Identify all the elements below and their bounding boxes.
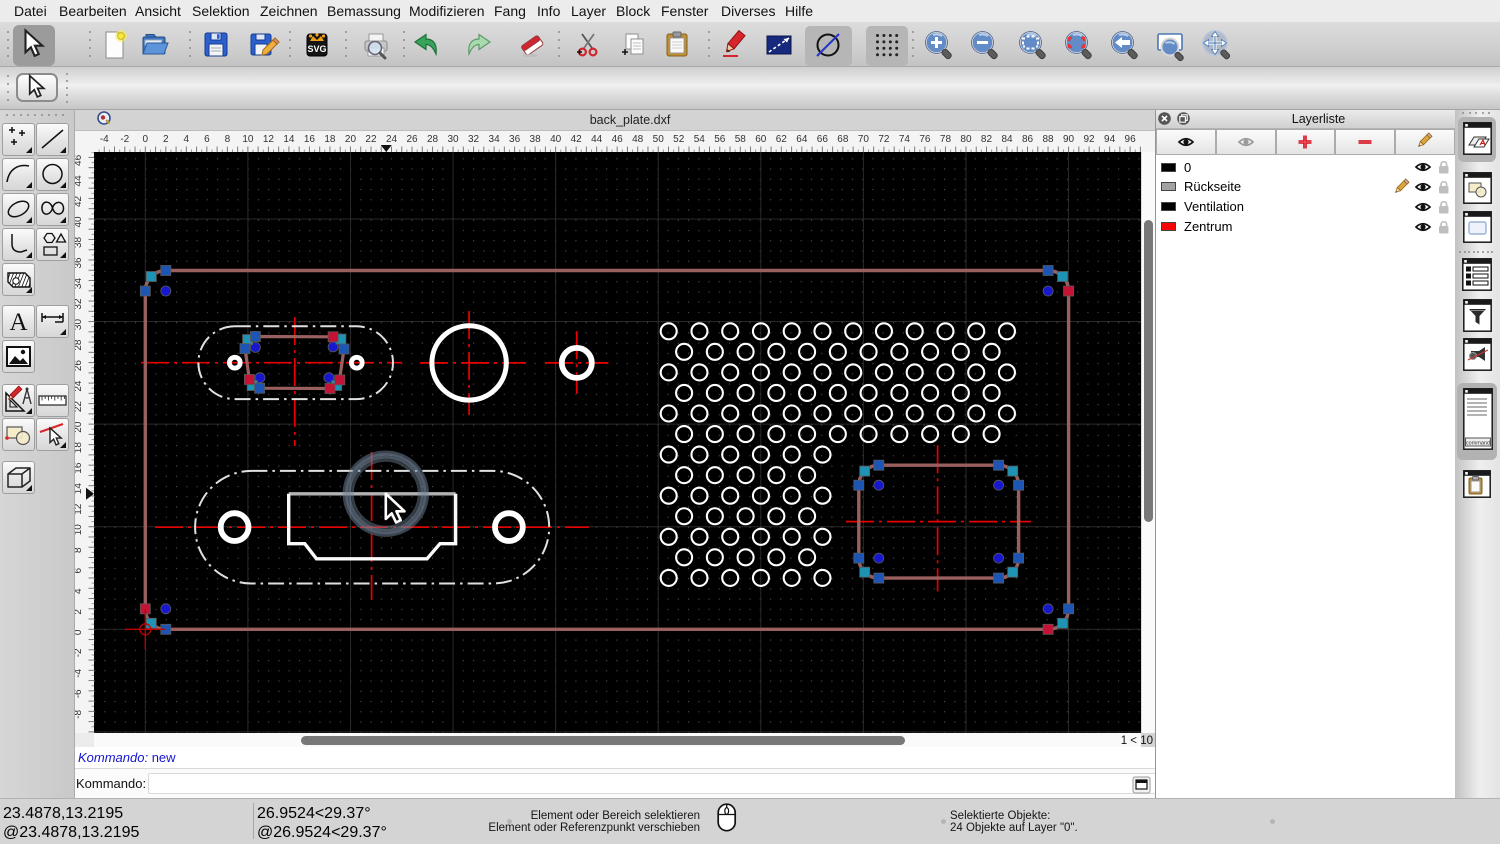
svg-text:58: 58 [735, 134, 747, 145]
svg-text:-2: -2 [120, 134, 129, 145]
svg-text:2: 2 [75, 609, 84, 615]
svg-text:52: 52 [673, 134, 685, 145]
svg-text:8: 8 [225, 134, 231, 145]
svg-text:26: 26 [406, 134, 418, 145]
svg-text:72: 72 [878, 134, 890, 145]
svg-text:40: 40 [75, 216, 84, 228]
svg-text:92: 92 [1084, 134, 1096, 145]
svg-text:18: 18 [324, 134, 336, 145]
svg-text:14: 14 [283, 134, 295, 145]
svg-text:4: 4 [184, 134, 190, 145]
svg-text:96: 96 [1125, 134, 1137, 145]
svg-text:90: 90 [1063, 134, 1075, 145]
svg-text:8: 8 [75, 547, 84, 553]
svg-text:64: 64 [796, 134, 808, 145]
svg-text:68: 68 [837, 134, 849, 145]
svg-text:32: 32 [468, 134, 480, 145]
svg-text:38: 38 [75, 236, 84, 248]
svg-text:74: 74 [899, 134, 911, 145]
svg-text:18: 18 [75, 442, 84, 454]
svg-text:-4: -4 [75, 668, 84, 677]
svg-text:10: 10 [242, 134, 254, 145]
svg-text:84: 84 [1001, 134, 1013, 145]
svg-text:62: 62 [776, 134, 788, 145]
svg-text:40: 40 [550, 134, 562, 145]
svg-text:30: 30 [447, 134, 459, 145]
svg-text:82: 82 [981, 134, 993, 145]
svg-text:2: 2 [163, 134, 169, 145]
svg-text:24: 24 [75, 380, 84, 392]
svg-text:28: 28 [427, 134, 439, 145]
svg-text:86: 86 [1022, 134, 1034, 145]
svg-text:-8: -8 [75, 709, 84, 718]
svg-text:10: 10 [75, 524, 84, 536]
svg-text:36: 36 [75, 257, 84, 269]
svg-text:34: 34 [489, 134, 501, 145]
svg-text:32: 32 [75, 298, 84, 310]
svg-text:16: 16 [75, 462, 84, 474]
svg-text:14: 14 [75, 483, 84, 495]
svg-text:44: 44 [591, 134, 603, 145]
svg-text:54: 54 [694, 134, 706, 145]
svg-text:12: 12 [75, 503, 84, 515]
svg-text:28: 28 [75, 339, 84, 351]
svg-text:94: 94 [1104, 134, 1116, 145]
svg-text:70: 70 [858, 134, 870, 145]
svg-text:A: A [9, 309, 27, 336]
svg-text:20: 20 [75, 421, 84, 433]
svg-text:46: 46 [612, 134, 624, 145]
svg-text:22: 22 [365, 134, 377, 145]
svg-text:80: 80 [960, 134, 972, 145]
svg-text:60: 60 [755, 134, 767, 145]
svg-text:0: 0 [143, 134, 149, 145]
svg-text:-6: -6 [75, 689, 84, 698]
svg-text:30: 30 [75, 319, 84, 331]
svg-text:24: 24 [386, 134, 398, 145]
svg-text:34: 34 [75, 278, 84, 290]
svg-text:42: 42 [75, 195, 84, 207]
svg-text:6: 6 [204, 134, 210, 145]
svg-text:44: 44 [75, 175, 84, 187]
svg-text:78: 78 [940, 134, 952, 145]
svg-text:76: 76 [919, 134, 931, 145]
svg-text:46: 46 [75, 154, 84, 166]
svg-text:-4: -4 [100, 134, 109, 145]
svg-text:48: 48 [632, 134, 644, 145]
svg-text:36: 36 [509, 134, 521, 145]
svg-text:16: 16 [304, 134, 316, 145]
svg-text:38: 38 [530, 134, 542, 145]
svg-text:50: 50 [653, 134, 665, 145]
svg-text:12: 12 [263, 134, 275, 145]
svg-text:command: command [1466, 441, 1490, 447]
svg-text:6: 6 [75, 568, 84, 574]
svg-text:0: 0 [75, 629, 84, 635]
svg-text:88: 88 [1042, 134, 1054, 145]
svg-text:66: 66 [817, 134, 829, 145]
svg-text:4: 4 [75, 588, 84, 594]
svg-text:20: 20 [345, 134, 357, 145]
svg-text:-2: -2 [75, 648, 84, 657]
svg-text:22: 22 [75, 401, 84, 413]
svg-text:42: 42 [571, 134, 583, 145]
svg-text:26: 26 [75, 360, 84, 372]
svg-text:SVG: SVG [307, 44, 326, 54]
svg-text:56: 56 [714, 134, 726, 145]
